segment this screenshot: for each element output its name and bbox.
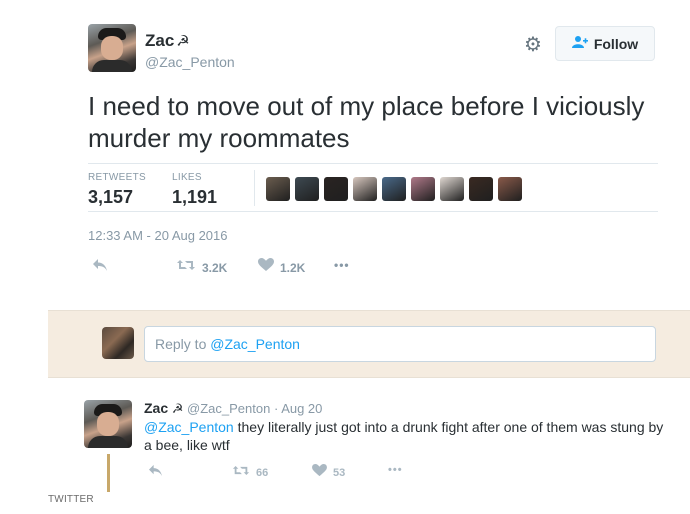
likes-count: 1,191 xyxy=(172,187,218,207)
tweet-stats: RETWEETS 3,157 LIKES 1,191 xyxy=(88,163,658,212)
liker-avatar[interactable] xyxy=(324,177,348,201)
add-user-icon xyxy=(571,35,588,52)
author-name-text: Zac xyxy=(145,31,175,50)
follow-label: Follow xyxy=(593,35,639,52)
like-count: 1.2K xyxy=(280,260,306,275)
heart-icon xyxy=(258,258,274,277)
author-avatar[interactable] xyxy=(88,24,136,72)
retweet-count: 66 xyxy=(256,467,269,479)
liker-avatar[interactable] xyxy=(382,177,406,201)
stats-divider xyxy=(254,170,255,206)
reply-icon xyxy=(92,258,108,277)
liker-facepile xyxy=(266,177,522,201)
likes-stat[interactable]: LIKES 1,191 xyxy=(172,172,217,208)
liker-avatar[interactable] xyxy=(266,177,290,201)
reply-header: Zac ☭ @Zac_Penton · Aug 20 xyxy=(144,400,322,417)
reply-mention[interactable]: @Zac_Penton xyxy=(144,419,234,435)
hammer-sickle-icon: ☭ xyxy=(171,401,184,416)
like-count: 53 xyxy=(333,467,346,479)
reply-date[interactable]: · Aug 20 xyxy=(274,401,322,416)
follow-button[interactable]: Follow xyxy=(555,26,655,61)
retweet-action[interactable]: 66 xyxy=(232,464,268,482)
more-action[interactable]: ••• xyxy=(334,258,350,272)
more-icon: ••• xyxy=(334,258,350,272)
retweet-icon xyxy=(176,258,196,277)
reply-icon xyxy=(148,464,163,482)
retweets-count: 3,157 xyxy=(88,187,134,207)
liker-avatar[interactable] xyxy=(469,177,493,201)
heart-icon xyxy=(312,464,327,482)
retweet-icon xyxy=(232,464,250,482)
avatar-face xyxy=(101,36,123,60)
author-name[interactable]: Zac ☭ xyxy=(145,31,190,51)
reply-input[interactable]: Reply to @Zac_Penton xyxy=(144,326,656,362)
reply-author-avatar[interactable] xyxy=(84,400,132,448)
reply-author-handle[interactable]: @Zac_Penton xyxy=(187,401,270,416)
reply-author-name[interactable]: Zac xyxy=(144,400,168,416)
author-handle[interactable]: @Zac_Penton xyxy=(145,54,235,70)
tweet-text: I need to move out of my place before I … xyxy=(88,91,645,153)
reply-action[interactable] xyxy=(92,258,108,277)
like-action[interactable]: 1.2K xyxy=(258,258,305,277)
viewer-avatar xyxy=(102,327,134,359)
retweet-count: 3.2K xyxy=(202,260,228,275)
reply-box: Reply to @Zac_Penton xyxy=(48,310,690,378)
main-tweet: Zac ☭ @Zac_Penton ⚙ Follow I need to move… xyxy=(48,0,690,310)
thread-line xyxy=(107,454,110,492)
reply-text: @Zac_Penton they literally just got into… xyxy=(144,418,664,454)
retweets-stat[interactable]: RETWEETS 3,157 xyxy=(88,172,146,208)
liker-avatar[interactable] xyxy=(440,177,464,201)
avatar-shirt xyxy=(88,436,128,448)
like-action[interactable]: 53 xyxy=(312,464,345,482)
more-icon: ••• xyxy=(388,464,403,476)
reply-placeholder-mention: @Zac_Penton xyxy=(210,336,300,352)
tweet-actions: 3.2K 1.2K ••• xyxy=(88,258,388,278)
avatar-shirt xyxy=(92,60,132,72)
hammer-sickle-icon: ☭ xyxy=(176,33,190,50)
retweet-action[interactable]: 3.2K xyxy=(176,258,227,277)
liker-avatar[interactable] xyxy=(295,177,319,201)
liker-avatar[interactable] xyxy=(411,177,435,201)
liker-avatar[interactable] xyxy=(498,177,522,201)
retweets-label: RETWEETS xyxy=(88,172,146,183)
avatar-face xyxy=(97,412,119,436)
reply-placeholder-prefix: Reply to xyxy=(155,336,211,352)
more-action[interactable]: ••• xyxy=(388,464,403,476)
gear-icon[interactable]: ⚙ xyxy=(522,34,544,56)
likes-label: LIKES xyxy=(172,172,202,183)
reply-action[interactable] xyxy=(148,464,163,482)
reply-actions: 66 53 ••• xyxy=(144,464,444,482)
reply-tweet: Zac ☭ @Zac_Penton · Aug 20 @Zac_Penton t… xyxy=(48,388,690,498)
source-credit: TWITTER xyxy=(48,494,94,505)
liker-avatar[interactable] xyxy=(353,177,377,201)
tweet-timestamp[interactable]: 12:33 AM - 20 Aug 2016 xyxy=(88,228,228,243)
